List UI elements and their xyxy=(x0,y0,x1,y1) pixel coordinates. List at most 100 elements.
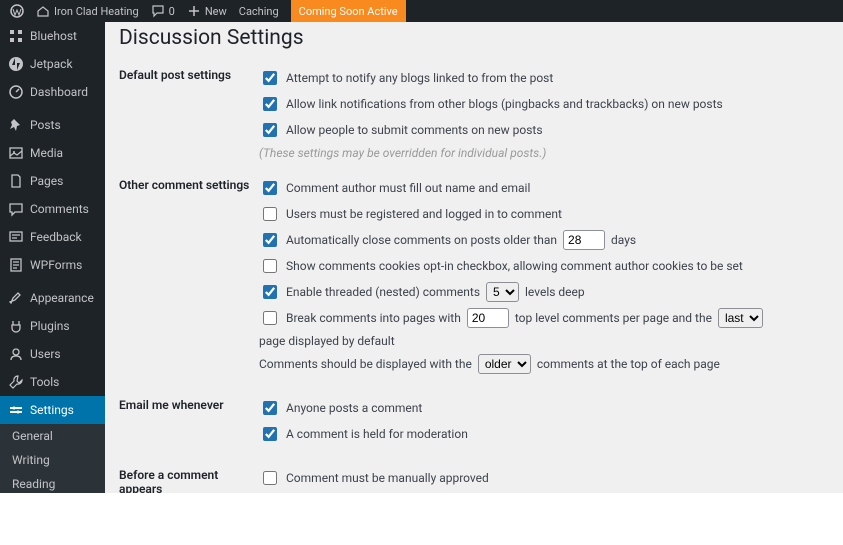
main-content: Discussion Settings Default post setting… xyxy=(105,0,843,545)
sidebar-item-plugins[interactable]: Plugins xyxy=(0,312,105,340)
sidebar-item-pages[interactable]: Pages xyxy=(0,167,105,195)
grid-icon xyxy=(8,28,24,44)
checkbox[interactable] xyxy=(263,97,277,111)
field-text: Break comments into pages with xyxy=(286,311,461,325)
field-line: Users must be registered and logged in t… xyxy=(259,204,829,224)
comments-count[interactable]: 0 xyxy=(151,4,175,18)
section-email-me-whenever: Email me wheneverAnyone posts a commentA… xyxy=(119,398,829,450)
torn-edge xyxy=(0,493,843,545)
field-line: Comment must be manually approved xyxy=(259,468,829,488)
site-name[interactable]: Iron Clad Heating xyxy=(36,4,139,18)
field-line: Attempt to notify any blogs linked to fr… xyxy=(259,68,829,88)
sidebar-item-label: Dashboard xyxy=(30,85,88,99)
forms-icon xyxy=(8,257,24,273)
submenu-item-general[interactable]: General xyxy=(0,424,105,448)
sidebar-item-label: Users xyxy=(30,347,61,361)
section-default-post-settings: Default post settings Attempt to notify a… xyxy=(119,68,829,160)
sidebar-item-label: Media xyxy=(30,146,63,160)
admin-sidebar: Bluehost Jetpack Dashboard Posts Media Pages C… xyxy=(0,0,105,545)
field-text: Show comments cookies opt-in checkbox, a… xyxy=(286,259,743,273)
brush-icon xyxy=(8,290,24,306)
select-input[interactable]: last xyxy=(718,308,763,328)
media-icon xyxy=(8,145,24,161)
new-content[interactable]: New xyxy=(187,4,227,18)
checkbox[interactable] xyxy=(263,233,277,247)
checkbox[interactable] xyxy=(263,285,277,299)
page-title: Discussion Settings xyxy=(119,26,829,50)
checkbox[interactable] xyxy=(263,123,277,137)
checkbox[interactable] xyxy=(263,401,277,415)
checkbox[interactable] xyxy=(263,427,277,441)
field-text: levels deep xyxy=(525,285,585,299)
home-icon xyxy=(36,4,50,18)
plugin-icon xyxy=(8,318,24,334)
plus-icon xyxy=(187,4,201,18)
sidebar-item-dashboard[interactable]: Dashboard xyxy=(0,78,105,106)
sidebar-item-settings[interactable]: Settings xyxy=(0,396,105,424)
page-icon xyxy=(8,173,24,189)
field-text: Users must be registered and logged in t… xyxy=(286,207,562,221)
checkbox[interactable] xyxy=(263,71,277,85)
section-label: Default post settings xyxy=(119,68,259,160)
field-text: Comment author must fill out name and em… xyxy=(286,181,530,195)
sidebar-item-label: Pages xyxy=(30,174,63,188)
field-text: Comments should be displayed with the xyxy=(259,357,472,371)
users-icon xyxy=(8,346,24,362)
field-text: Enable threaded (nested) comments xyxy=(286,285,480,299)
field-text: comments at the top of each page xyxy=(537,357,720,371)
checkbox[interactable] xyxy=(263,181,277,195)
sidebar-item-tools[interactable]: Tools xyxy=(0,368,105,396)
sidebar-item-label: Appearance xyxy=(30,291,94,305)
checkbox[interactable] xyxy=(263,207,277,221)
sidebar-item-label: Bluehost xyxy=(30,29,77,43)
number-input[interactable] xyxy=(467,308,509,328)
sidebar-item-wpforms[interactable]: WPForms xyxy=(0,251,105,279)
field-line: Show comments cookies opt-in checkbox, a… xyxy=(259,256,829,276)
field-text: A comment is held for moderation xyxy=(286,427,468,441)
settings-icon xyxy=(8,402,24,418)
select-input[interactable]: older xyxy=(478,354,531,374)
feedback-icon xyxy=(8,229,24,245)
sidebar-item-label: Comments xyxy=(30,202,89,216)
jetpack-icon xyxy=(8,56,24,72)
sidebar-item-label: Plugins xyxy=(30,319,70,333)
section-label: Other comment settings xyxy=(119,178,259,380)
checkbox[interactable] xyxy=(263,471,277,485)
caching-link[interactable]: Caching xyxy=(239,5,279,18)
field-line: Break comments into pages with top level … xyxy=(259,308,829,348)
checkbox[interactable] xyxy=(263,259,277,273)
field-text: days xyxy=(611,233,636,247)
field-text: Allow people to submit comments on new p… xyxy=(286,123,543,137)
sidebar-item-appearance[interactable]: Appearance xyxy=(0,284,105,312)
wp-logo[interactable] xyxy=(10,4,24,18)
sidebar-item-label: Tools xyxy=(30,375,59,389)
select-input[interactable]: 5 xyxy=(486,282,519,302)
sidebar-item-label: Jetpack xyxy=(30,57,73,71)
sidebar-item-media[interactable]: Media xyxy=(0,139,105,167)
field-line: Comments should be displayed with the old… xyxy=(259,354,829,374)
number-input[interactable] xyxy=(563,230,605,250)
sidebar-item-users[interactable]: Users xyxy=(0,340,105,368)
dashboard-icon xyxy=(8,84,24,100)
tools-icon xyxy=(8,374,24,390)
sidebar-item-label: Posts xyxy=(30,118,61,132)
sidebar-item-bluehost[interactable]: Bluehost xyxy=(0,22,105,50)
coming-soon-notice[interactable]: Coming Soon Active xyxy=(291,0,406,22)
field-text: Allow link notifications from other blog… xyxy=(286,97,723,111)
sidebar-item-jetpack[interactable]: Jetpack xyxy=(0,50,105,78)
field-text: top level comments per page and the xyxy=(515,311,712,325)
field-text: Comment must be manually approved xyxy=(286,471,489,485)
field-text: page displayed by default xyxy=(259,334,395,348)
field-line: Allow link notifications from other blog… xyxy=(259,94,829,114)
sidebar-item-posts[interactable]: Posts xyxy=(0,111,105,139)
sidebar-item-feedback[interactable]: Feedback xyxy=(0,223,105,251)
sidebar-item-comments[interactable]: Comments xyxy=(0,195,105,223)
admin-topbar: Iron Clad Heating 0 New Caching Coming S… xyxy=(0,0,843,22)
submenu-item-writing[interactable]: Writing xyxy=(0,448,105,472)
checkbox[interactable] xyxy=(263,311,277,325)
field-line: Automatically close comments on posts ol… xyxy=(259,230,829,250)
section-other-comment-settings: Other comment settings Comment author mus… xyxy=(119,178,829,380)
field-line: Anyone posts a comment xyxy=(259,398,829,418)
field-line: Enable threaded (nested) comments 5 levels… xyxy=(259,282,829,302)
field-text: Attempt to notify any blogs linked to fr… xyxy=(286,71,553,85)
